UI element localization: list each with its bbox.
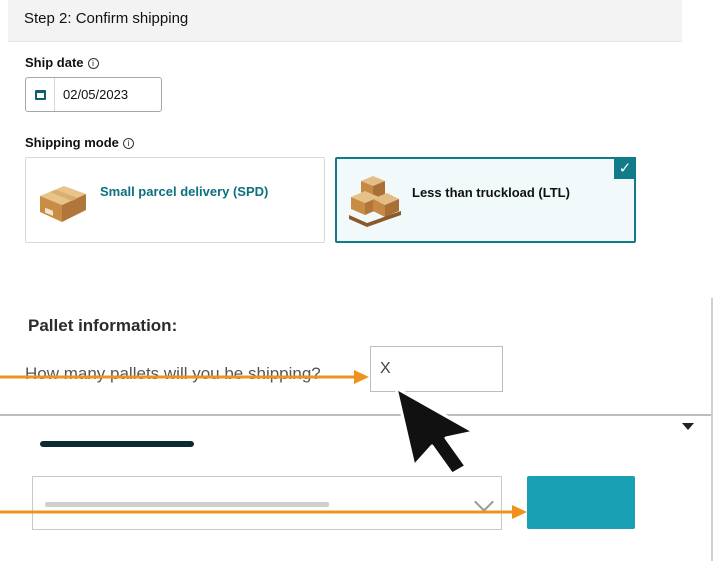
redacted-heading-bar [40,441,194,447]
ship-date-field[interactable]: 02/05/2023 [25,77,162,112]
spd-option-label: Small parcel delivery (SPD) [100,184,269,199]
select-placeholder-bar [45,502,329,507]
pallet-info-title: Pallet information: [28,316,178,335]
ltl-option-label: Less than truckload (LTL) [412,185,570,200]
step-title: Step 2: Confirm shipping [24,10,189,27]
shipping-mode-option-spd[interactable]: Small parcel delivery (SPD) [25,157,325,243]
pallet-boxes-icon [349,176,401,227]
calendar-icon[interactable] [26,78,54,111]
panel-divider [711,298,713,561]
ship-date-value[interactable]: 02/05/2023 [54,78,128,111]
ship-date-label-text: Ship date [25,55,84,70]
pallet-type-select[interactable] [32,476,502,530]
step-header: Step 2: Confirm shipping [8,0,682,42]
caret-down-icon[interactable] [682,423,694,430]
section-divider [0,414,711,416]
pallet-count-question: How many pallets will you be shipping? [25,364,321,383]
selected-check-icon: ✓ [614,157,636,179]
mouse-cursor-icon [394,386,476,476]
parcel-box-icon [40,186,86,222]
shipping-mode-label: Shipping mode i [25,135,134,150]
shipping-mode-option-ltl[interactable]: Less than truckload (LTL) ✓ [335,157,636,243]
ship-date-label: Ship date i [25,55,99,70]
shipping-mode-label-text: Shipping mode [25,135,119,150]
info-icon[interactable]: i [122,138,134,149]
add-button[interactable] [527,476,635,529]
info-icon[interactable]: i [87,58,99,69]
chevron-down-icon [474,492,494,512]
pallet-count-input[interactable]: X [370,346,503,392]
